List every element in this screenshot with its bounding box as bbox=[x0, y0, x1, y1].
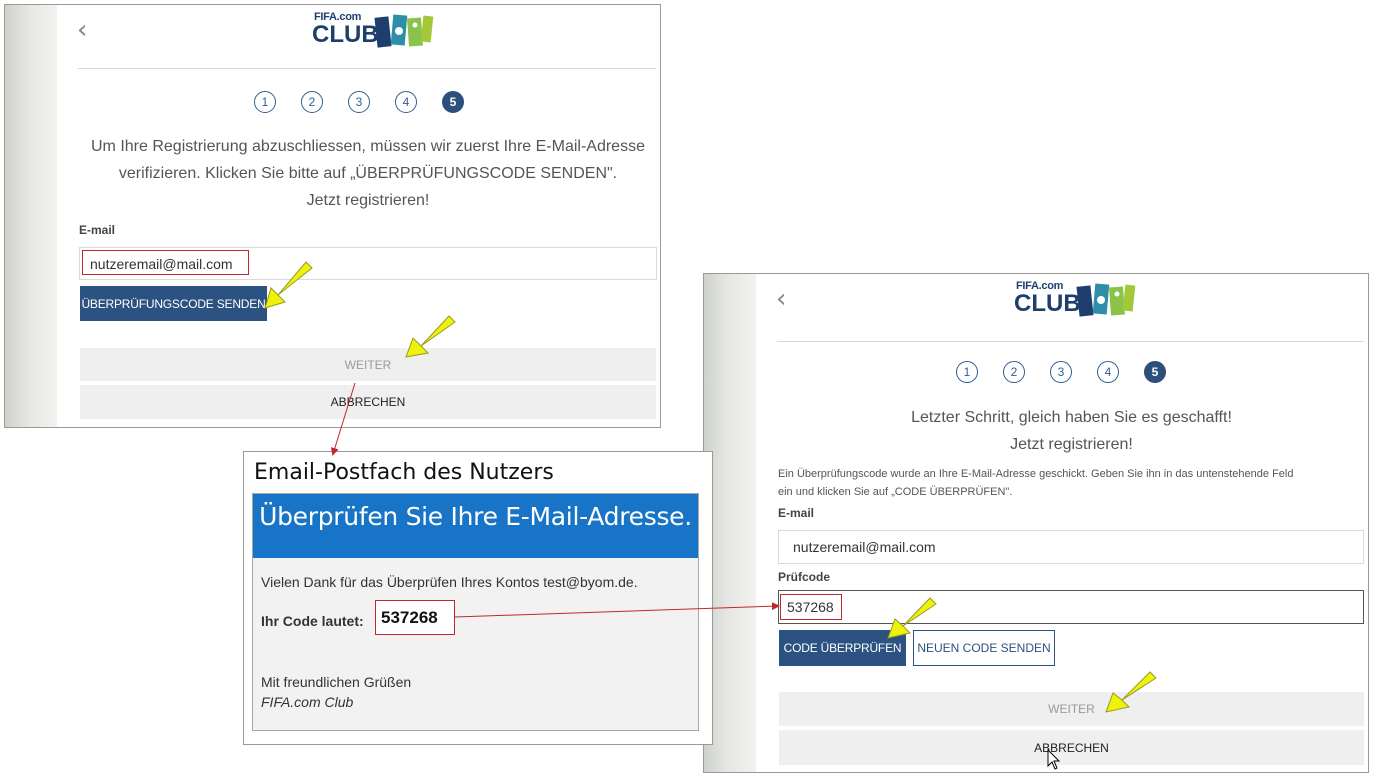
new-code-button[interactable]: NEUEN CODE SENDEN bbox=[913, 630, 1055, 666]
email-code-value: 537268 bbox=[375, 600, 455, 635]
email-label: E-mail bbox=[778, 506, 815, 520]
step-5-active: 5 bbox=[1144, 361, 1166, 383]
email-highlight-box bbox=[82, 250, 249, 275]
email-signature: FIFA.com Club bbox=[261, 694, 354, 710]
email-input[interactable]: nutzeremail@mail.com bbox=[778, 530, 1364, 564]
info-line-2: ein und klicken Sie auf „CODE ÜBERPRÜFEN… bbox=[778, 486, 1013, 498]
step-indicator: 1 2 3 4 5 bbox=[254, 91, 489, 113]
logo-graphic-icon bbox=[1076, 283, 1136, 317]
step-4: 4 bbox=[395, 91, 417, 113]
step-2: 2 bbox=[301, 91, 323, 113]
email-thanks-text: Vielen Dank für das Überprüfen Ihres Kon… bbox=[261, 574, 638, 590]
step-indicator: 1 2 3 4 5 bbox=[956, 361, 1191, 383]
heading-line-1: Letzter Schritt, gleich haben Sie es ges… bbox=[911, 409, 1232, 426]
heading-text: Letzter Schritt, gleich haben Sie es ges… bbox=[764, 404, 1368, 458]
registration-panel-step-send: ‹ FIFA.com CLUB 1 2 3 4 5 Um Ihre Regist… bbox=[4, 4, 661, 428]
info-line-1: Ein Überprüfungscode wurde an Ihre E-Mai… bbox=[778, 468, 1294, 480]
chevron-left-icon[interactable]: ‹ bbox=[77, 17, 87, 43]
verification-email: Überprüfen Sie Ihre E-Mail-Adresse. Viel… bbox=[252, 493, 699, 731]
abbrechen-button[interactable]: ABBRECHEN bbox=[80, 385, 656, 419]
step-1: 1 bbox=[956, 361, 978, 383]
weiter-button[interactable]: WEITER bbox=[779, 692, 1364, 726]
code-label: Prüfcode bbox=[778, 570, 831, 584]
header-divider bbox=[777, 341, 1364, 342]
fifa-club-logo: FIFA.com CLUB bbox=[312, 11, 454, 53]
email-value: nutzeremail@mail.com bbox=[793, 539, 936, 555]
logo-club-text: CLUB bbox=[312, 21, 379, 48]
logo-club-text: CLUB bbox=[1014, 290, 1081, 317]
email-label: E-mail bbox=[79, 223, 116, 237]
intro-text: Um Ihre Registrierung abzuschliessen, mü… bbox=[65, 133, 660, 214]
abbrechen-button[interactable]: ABBRECHEN bbox=[779, 730, 1364, 765]
email-greeting: Mit freundlichen Grüßen bbox=[261, 674, 412, 690]
mailbox-panel: Email-Postfach des Nutzers Überprüfen Si… bbox=[243, 451, 713, 745]
email-header: Überprüfen Sie Ihre E-Mail-Adresse. bbox=[253, 494, 698, 558]
intro-line-1: Um Ihre Registrierung abzuschliessen, mü… bbox=[91, 138, 645, 155]
email-code-label: Ihr Code lautet: bbox=[261, 613, 364, 629]
code-input[interactable]: 537268 bbox=[778, 590, 1364, 624]
step-3: 3 bbox=[1050, 361, 1072, 383]
info-text: Ein Überprüfungscode wurde an Ihre E-Mai… bbox=[778, 465, 1368, 501]
intro-line-3: Jetzt registrieren! bbox=[306, 192, 430, 209]
mouse-pointer-icon bbox=[1047, 749, 1061, 770]
logo-graphic-icon bbox=[374, 14, 434, 48]
header-divider bbox=[78, 68, 656, 69]
code-highlight-box bbox=[780, 594, 842, 620]
weiter-button[interactable]: WEITER bbox=[80, 348, 656, 381]
fifa-club-logo: FIFA.com CLUB bbox=[1014, 280, 1156, 322]
heading-line-2: Jetzt registrieren! bbox=[1010, 436, 1133, 453]
step-3: 3 bbox=[348, 91, 370, 113]
step-2: 2 bbox=[1003, 361, 1025, 383]
send-code-button[interactable]: ÜBERPRÜFUNGSCODE SENDEN bbox=[80, 286, 267, 321]
intro-line-2: verifizieren. Klicken Sie bitte auf „ÜBE… bbox=[118, 165, 618, 182]
background-strip bbox=[5, 5, 57, 427]
step-1: 1 bbox=[254, 91, 276, 113]
chevron-left-icon[interactable]: ‹ bbox=[776, 286, 786, 312]
verify-code-button[interactable]: CODE ÜBERPRÜFEN bbox=[779, 630, 906, 666]
step-4: 4 bbox=[1097, 361, 1119, 383]
mailbox-caption: Email-Postfach des Nutzers bbox=[254, 460, 554, 485]
registration-panel-step-verify: ‹ FIFA.com CLUB 1 2 3 4 5 Letzter Schrit… bbox=[703, 273, 1369, 773]
step-5-active: 5 bbox=[442, 91, 464, 113]
